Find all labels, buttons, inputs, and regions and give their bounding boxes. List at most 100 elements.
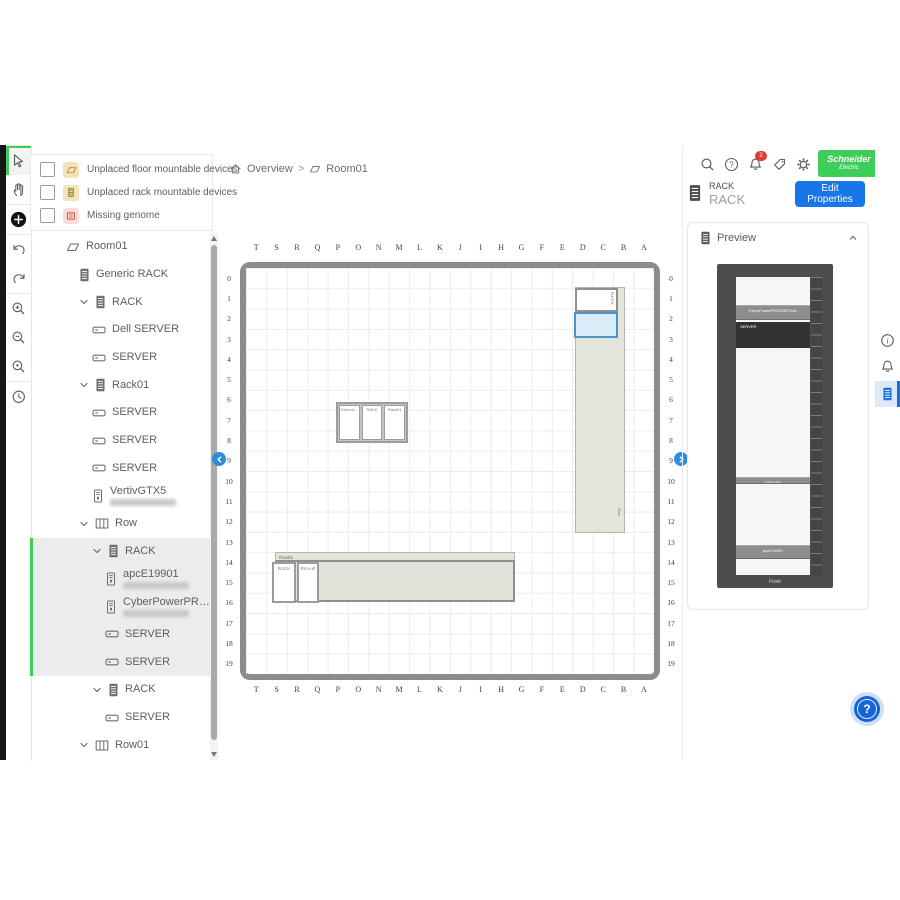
row-7: 7 bbox=[664, 410, 678, 430]
row-19: 19 bbox=[222, 654, 236, 674]
tool-history[interactable] bbox=[6, 382, 31, 411]
chevron-down-icon[interactable] bbox=[79, 297, 89, 307]
floorplan-row01-rack2[interactable]: Rm-Lef bbox=[297, 562, 319, 603]
tree-item-apce19901[interactable]: apcE19901 bbox=[30, 565, 210, 593]
tool-zoom-fit[interactable] bbox=[6, 352, 31, 382]
tree-item-server[interactable]: SERVER bbox=[30, 455, 210, 483]
preview-device-3: apcE19901 bbox=[736, 545, 810, 559]
tree-item-label: CyberPowerPR2200R... bbox=[123, 597, 210, 608]
tool-undo[interactable] bbox=[6, 235, 31, 264]
tree-item-dell-server[interactable]: Dell SERVER bbox=[30, 316, 210, 344]
room-icon bbox=[66, 241, 80, 253]
chevron-down-icon[interactable] bbox=[79, 519, 89, 529]
tree-item-row[interactable]: Row bbox=[30, 510, 210, 538]
server-icon bbox=[92, 461, 106, 475]
col-C: C bbox=[593, 243, 613, 255]
chevron-down-icon[interactable] bbox=[92, 685, 102, 695]
floorplan-rack-group[interactable]: Generic...RACKRack01 bbox=[336, 402, 408, 443]
tree-item-label: RACK bbox=[125, 684, 156, 695]
col-S: S bbox=[266, 685, 286, 697]
tree-item-rack[interactable]: RACK bbox=[30, 538, 210, 566]
row-5: 5 bbox=[664, 369, 678, 389]
floorplan-row01-rack1[interactable]: RACK bbox=[272, 562, 296, 603]
help-floating-button[interactable]: ? bbox=[854, 696, 880, 722]
tool-zoom-out[interactable] bbox=[6, 323, 31, 352]
tree-item-server[interactable]: SERVER bbox=[30, 648, 210, 676]
legend-checkbox[interactable] bbox=[40, 162, 55, 177]
tree-item-rack01[interactable]: Rack01 bbox=[30, 371, 210, 399]
chevron-down-icon[interactable] bbox=[92, 546, 102, 556]
tag-icon[interactable] bbox=[770, 155, 789, 174]
tool-select[interactable] bbox=[6, 146, 31, 175]
svg-text:i: i bbox=[886, 335, 889, 345]
tree-item-server[interactable]: SERVER bbox=[30, 621, 210, 649]
unplaced-legend: Unplaced floor mountable devicesUnplaced… bbox=[30, 154, 213, 231]
legend-checkbox[interactable] bbox=[40, 208, 55, 223]
rack-icon bbox=[95, 378, 106, 392]
gear-icon[interactable] bbox=[794, 155, 813, 174]
expand-right-panel-button[interactable] bbox=[674, 452, 688, 466]
tree-item-label: SERVER bbox=[112, 352, 157, 363]
scroll-down-arrow-icon[interactable] bbox=[211, 752, 217, 757]
help-icon[interactable]: ? bbox=[722, 155, 741, 174]
col-B: B bbox=[613, 685, 633, 697]
row-4: 4 bbox=[222, 349, 236, 369]
tool-redo[interactable] bbox=[6, 264, 31, 294]
col-Q: Q bbox=[307, 243, 327, 255]
tree-item-vertivgtx5[interactable]: VertivGTX5 bbox=[30, 482, 210, 510]
tree-item-room01[interactable]: Room01 bbox=[30, 233, 210, 261]
collapse-left-panel-button[interactable] bbox=[212, 452, 226, 466]
server-icon bbox=[105, 627, 119, 641]
tree-item-label: Dell SERVER bbox=[112, 324, 179, 335]
search-icon[interactable] bbox=[698, 155, 717, 174]
chevron-down-icon[interactable] bbox=[79, 380, 89, 390]
collapse-preview-button[interactable] bbox=[848, 233, 858, 243]
topbar-icons: ? 2 bbox=[698, 152, 833, 176]
tool-zoom-in[interactable] bbox=[6, 294, 31, 323]
floorplan-rack-top[interactable]: RACK bbox=[575, 288, 618, 312]
tree-item-cyberpowerpr2200r-[interactable]: CyberPowerPR2200R... bbox=[30, 593, 210, 621]
tree-item-server[interactable]: SERVER bbox=[30, 704, 210, 732]
tree-item-row01[interactable]: Row01 bbox=[30, 731, 210, 759]
tree-item-server[interactable]: SERVER bbox=[30, 399, 210, 427]
breadcrumb-overview[interactable]: Overview bbox=[247, 163, 293, 175]
tree-item-label: SERVER bbox=[125, 629, 170, 640]
tool-add[interactable] bbox=[6, 205, 31, 235]
scrollbar-thumb[interactable] bbox=[211, 245, 217, 740]
tab-info[interactable]: i bbox=[875, 327, 900, 353]
floorplan-rack-selected[interactable] bbox=[574, 312, 618, 338]
zoom-fit-icon bbox=[11, 359, 26, 374]
chevron-down-icon[interactable] bbox=[79, 740, 89, 750]
preview-device-0: CyberPowerPR2200RT2UL bbox=[736, 305, 810, 320]
tree-item-server[interactable]: SERVER bbox=[30, 344, 210, 372]
col-D: D bbox=[573, 243, 593, 255]
ups-icon bbox=[105, 572, 117, 586]
tree-scrollbar[interactable] bbox=[210, 233, 218, 760]
row-13: 13 bbox=[664, 532, 678, 552]
floorplan-group-rack-1[interactable]: RACK bbox=[362, 405, 383, 440]
tree-item-server[interactable]: SERVER bbox=[30, 427, 210, 455]
edit-properties-button[interactable]: Edit Properties bbox=[795, 181, 865, 207]
notifications-bell-icon[interactable]: 2 bbox=[746, 155, 765, 174]
tree-item-rack[interactable]: RACK bbox=[30, 288, 210, 316]
row-10: 10 bbox=[664, 471, 678, 491]
tab-alarms[interactable] bbox=[875, 353, 900, 379]
preview-title: Preview bbox=[717, 232, 756, 244]
legend-item-0: Unplaced floor mountable devices bbox=[31, 158, 212, 181]
tree-item-generic-rack[interactable]: Generic RACK bbox=[30, 261, 210, 289]
tree-item-label: Room01 bbox=[86, 241, 128, 252]
tree-item-rack[interactable]: RACK bbox=[30, 676, 210, 704]
scroll-up-arrow-icon[interactable] bbox=[211, 236, 217, 241]
schneider-electric-logo[interactable]: Schneider Electric bbox=[818, 150, 880, 177]
tab-properties-selected[interactable] bbox=[875, 381, 900, 407]
rack-icon bbox=[688, 183, 702, 203]
floorplan-group-rack-2[interactable]: Rack01 bbox=[384, 405, 405, 440]
row-11: 11 bbox=[664, 491, 678, 511]
legend-checkbox[interactable] bbox=[40, 185, 55, 200]
tool-pan[interactable] bbox=[6, 175, 31, 205]
redo-icon bbox=[11, 272, 27, 285]
floorplan-group-rack-0[interactable]: Generic... bbox=[339, 405, 360, 440]
col-B: B bbox=[613, 243, 633, 255]
col-L: L bbox=[409, 685, 429, 697]
rack-preview-u-rail bbox=[811, 277, 822, 575]
